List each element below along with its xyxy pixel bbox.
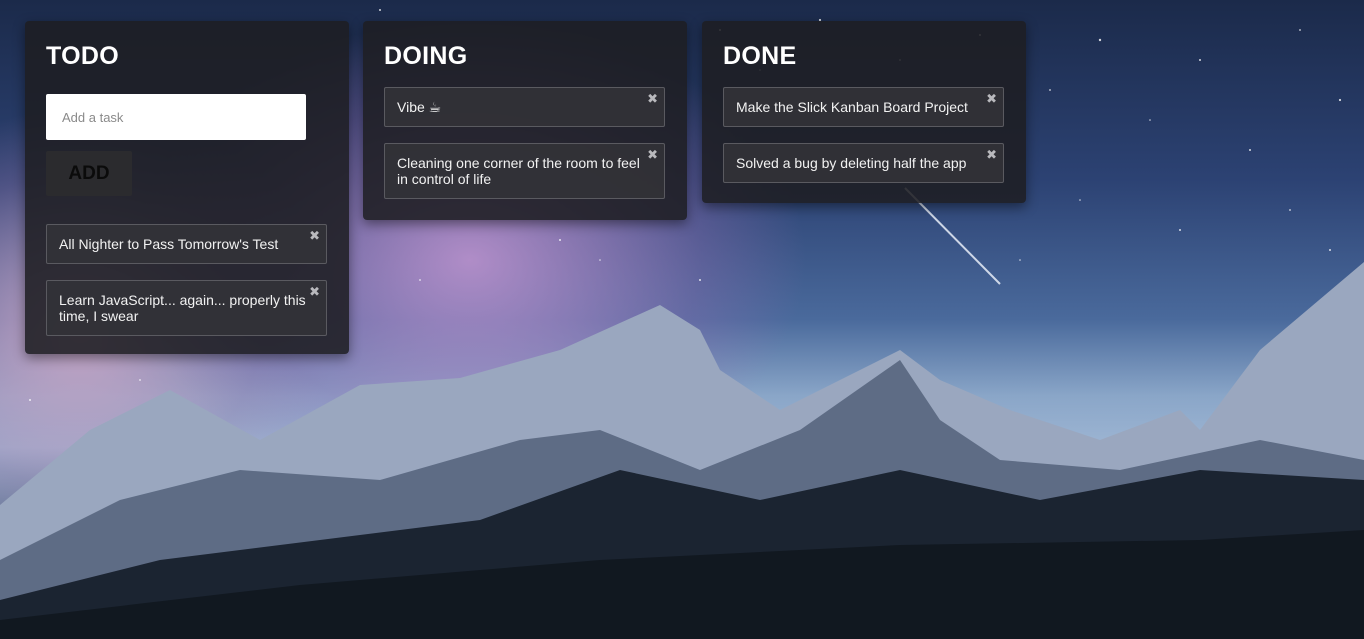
task-card-text: Vibe ☕ — [397, 99, 442, 115]
close-icon[interactable]: ✖ — [986, 93, 997, 106]
task-card[interactable]: Solved a bug by deleting half the app ✖ — [723, 143, 1004, 183]
task-card[interactable]: Cleaning one corner of the room to feel … — [384, 143, 665, 199]
todo-card-list: All Nighter to Pass Tomorrow's Test ✖ Le… — [46, 224, 328, 336]
close-icon[interactable]: ✖ — [309, 230, 320, 243]
kanban-board: TODO ADD All Nighter to Pass Tomorrow's … — [0, 0, 1364, 639]
done-card-list: Make the Slick Kanban Board Project ✖ So… — [723, 87, 1005, 183]
column-title-doing: DOING — [384, 42, 468, 70]
close-icon[interactable]: ✖ — [647, 149, 658, 162]
task-card[interactable]: Make the Slick Kanban Board Project ✖ — [723, 87, 1004, 127]
column-doing: DOING Vibe ☕ ✖ Cleaning one corner of th… — [363, 21, 687, 220]
column-title-todo: TODO — [46, 42, 119, 70]
add-task-input[interactable] — [46, 94, 306, 140]
column-title-done: DONE — [723, 42, 797, 70]
task-card-text: Solved a bug by deleting half the app — [736, 155, 967, 171]
column-done: DONE Make the Slick Kanban Board Project… — [702, 21, 1026, 203]
task-card-text: Make the Slick Kanban Board Project — [736, 99, 968, 115]
task-card-text: Learn JavaScript... again... properly th… — [59, 292, 306, 324]
task-card[interactable]: Learn JavaScript... again... properly th… — [46, 280, 327, 336]
add-task-button[interactable]: ADD — [46, 151, 132, 196]
task-card[interactable]: All Nighter to Pass Tomorrow's Test ✖ — [46, 224, 327, 264]
doing-card-list: Vibe ☕ ✖ Cleaning one corner of the room… — [384, 87, 666, 199]
close-icon[interactable]: ✖ — [309, 286, 320, 299]
close-icon[interactable]: ✖ — [986, 149, 997, 162]
task-card-text: Cleaning one corner of the room to feel … — [397, 155, 640, 187]
close-icon[interactable]: ✖ — [647, 93, 658, 106]
task-card[interactable]: Vibe ☕ ✖ — [384, 87, 665, 127]
task-card-text: All Nighter to Pass Tomorrow's Test — [59, 236, 279, 252]
column-todo: TODO ADD All Nighter to Pass Tomorrow's … — [25, 21, 349, 354]
